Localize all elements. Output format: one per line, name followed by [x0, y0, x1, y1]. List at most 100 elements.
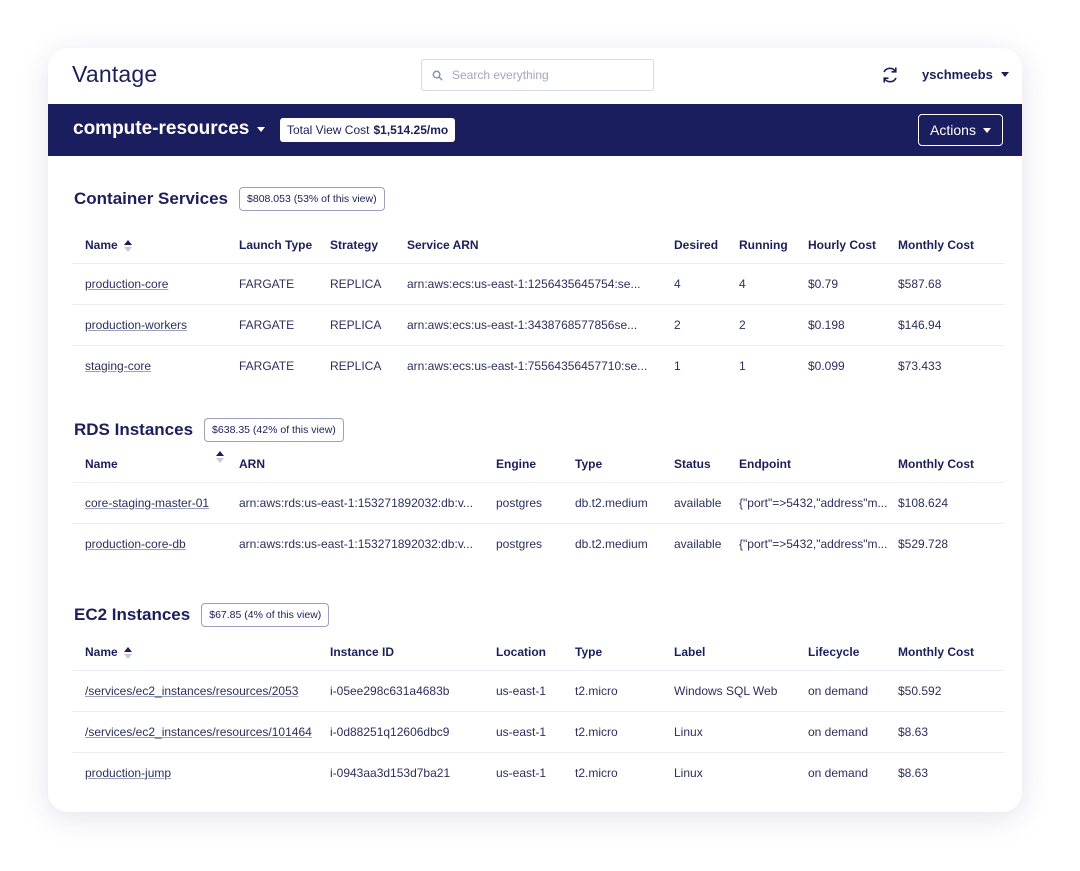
- column-header-label: Name: [85, 237, 118, 252]
- search-input[interactable]: [452, 68, 632, 82]
- column-header: Type: [575, 446, 674, 482]
- column-header[interactable]: Name: [72, 634, 330, 670]
- column-header: Running: [739, 227, 808, 263]
- column-header: Engine: [496, 446, 575, 482]
- chevron-down-icon: [1000, 72, 1009, 77]
- resource-link[interactable]: production-core: [85, 277, 168, 291]
- actions-button[interactable]: Actions: [918, 114, 1003, 146]
- table-cell: $529.728: [898, 522, 1004, 564]
- table-cell: i-0943aa3d153d7ba21: [330, 751, 496, 793]
- table-row: core-staging-master-01 arn:aws:rds:us-eas…: [72, 481, 1004, 523]
- column-header: Instance ID: [330, 634, 496, 670]
- total-value: $1,514.25/mo: [373, 123, 449, 137]
- name-cell: production-workers: [72, 303, 239, 345]
- table-cell: 2: [674, 303, 739, 345]
- section-cost-badge: $638.35 (42% of this view): [204, 418, 344, 442]
- table-cell: Linux: [674, 710, 808, 752]
- table-cell: 1: [674, 344, 739, 386]
- column-header-label: Name: [85, 644, 118, 659]
- column-header: Strategy: [330, 227, 407, 263]
- column-header-label: Desired: [674, 237, 719, 252]
- table-cell: 4: [739, 262, 808, 304]
- column-header: Service ARN: [407, 227, 674, 263]
- section-title: Container Services: [74, 189, 229, 208]
- table-cell: arn:aws:rds:us-east-1:153271892032:db:v.…: [239, 522, 496, 564]
- column-header: Launch Type: [239, 227, 330, 263]
- resource-link[interactable]: staging-core: [85, 359, 151, 373]
- table-cell: Linux: [674, 751, 808, 793]
- sort-icon[interactable]: [216, 450, 224, 463]
- column-header: Label: [674, 634, 808, 670]
- chevron-down-icon: [982, 127, 991, 133]
- table-row: production-core FARGATE REPLICA arn:aws:ecs…: [72, 262, 1004, 304]
- table-cell: $0.099: [808, 344, 898, 386]
- name-cell: /services/ec2_instances/resources/2053: [72, 669, 330, 711]
- vantage-logo[interactable]: Vantage: [72, 61, 157, 88]
- table-cell: us-east-1: [496, 751, 575, 793]
- search-icon: [432, 70, 443, 81]
- username: yschmeebs: [922, 67, 993, 82]
- table-row: staging-core FARGATE REPLICA arn:aws:ecs:us…: [72, 344, 1004, 386]
- table-cell: REPLICA: [330, 262, 407, 304]
- table-header-row: Name Launch Type Strategy Service ARN Desire…: [72, 227, 1004, 263]
- column-header: Lifecycle: [808, 634, 898, 670]
- column-header-label: Monthly Cost: [898, 644, 974, 659]
- table-cell: $8.63: [898, 751, 1004, 793]
- sort-icon[interactable]: [123, 239, 132, 252]
- column-header: ARN: [239, 446, 496, 482]
- chevron-down-icon: [257, 126, 266, 132]
- actions-label: Actions: [930, 122, 976, 138]
- table-cell: on demand: [808, 751, 898, 793]
- column-header: Type: [575, 634, 674, 670]
- column-header-label: Strategy: [330, 237, 379, 252]
- column-header-label: Location: [496, 644, 546, 659]
- column-header-label: Running: [739, 237, 788, 252]
- column-header-label: Label: [674, 644, 706, 659]
- table-cell: FARGATE: [239, 344, 330, 386]
- name-cell: staging-core: [72, 344, 239, 386]
- table-cell: available: [674, 481, 739, 523]
- column-header[interactable]: Name: [72, 446, 239, 482]
- column-header-label: Hourly Cost: [808, 237, 877, 252]
- table-cell: arn:aws:rds:us-east-1:153271892032:db:v.…: [239, 481, 496, 523]
- resource-link[interactable]: production-jump: [85, 766, 171, 780]
- table-cell: $50.592: [898, 669, 1004, 711]
- table-row: production-jump i-0943aa3d153d7ba21 us-eas…: [72, 751, 1004, 793]
- resource-link[interactable]: /services/ec2_instances/resources/101464: [85, 725, 312, 739]
- sort-icon[interactable]: [123, 646, 132, 659]
- table-cell: on demand: [808, 710, 898, 752]
- table-cell: {"port"=>5432,"address"m...: [739, 481, 898, 523]
- table-cell: FARGATE: [239, 262, 330, 304]
- column-header[interactable]: Name: [72, 227, 239, 263]
- table-cell: 2: [739, 303, 808, 345]
- column-header-label: Name: [85, 456, 118, 471]
- table-cell: $0.79: [808, 262, 898, 304]
- ec2-instances-section: EC2 Instances $67.85 (4% of this view) Nam…: [72, 603, 1004, 793]
- view-selector[interactable]: compute-resources: [73, 118, 266, 140]
- column-header-label: Monthly Cost: [898, 456, 974, 471]
- table-cell: arn:aws:ecs:us-east-1:1256435645754:se..…: [407, 262, 674, 304]
- column-header: Endpoint: [739, 446, 898, 482]
- resource-link[interactable]: production-core-db: [85, 537, 186, 551]
- resource-link[interactable]: /services/ec2_instances/resources/2053: [85, 684, 298, 698]
- column-header-label: Lifecycle: [808, 644, 860, 659]
- column-header-label: Monthly Cost: [898, 237, 974, 252]
- column-header: Monthly Cost: [898, 446, 1004, 482]
- column-header-label: Endpoint: [739, 456, 791, 471]
- table-cell: $0.198: [808, 303, 898, 345]
- resource-link[interactable]: core-staging-master-01: [85, 496, 209, 510]
- table-cell: us-east-1: [496, 710, 575, 752]
- table-cell: $108.624: [898, 481, 1004, 523]
- table-row: /services/ec2_instances/resources/101464…: [72, 710, 1004, 752]
- container-table: Name Launch Type Strategy Service ARN Desire…: [72, 227, 1004, 386]
- column-header-label: Type: [575, 456, 603, 471]
- table-row: production-core-db arn:aws:rds:us-east-1:…: [72, 522, 1004, 564]
- user-menu[interactable]: yschmeebs: [922, 67, 1009, 82]
- table-cell: i-0d88251q12606dbc9: [330, 710, 496, 752]
- column-header: Monthly Cost: [898, 227, 1004, 263]
- table-cell: us-east-1: [496, 669, 575, 711]
- section-title: EC2 Instances: [74, 605, 191, 624]
- resource-link[interactable]: production-workers: [85, 318, 187, 332]
- refresh-icon[interactable]: [880, 65, 900, 85]
- search-box[interactable]: [421, 59, 654, 91]
